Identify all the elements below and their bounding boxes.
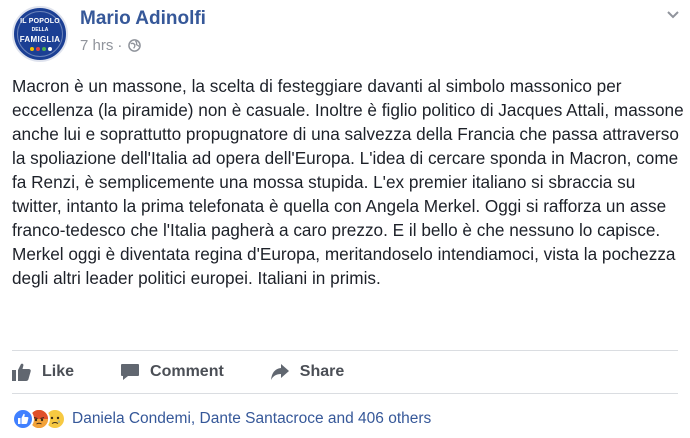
reaction-summary-text[interactable]: Daniela Condemi, Dante Santacroce and 40… xyxy=(72,410,431,428)
chevron-down-icon[interactable] xyxy=(664,6,682,24)
comment-label: Comment xyxy=(150,363,224,380)
like-label: Like xyxy=(42,363,75,380)
avatar-text-line3: FAMIGLIA xyxy=(19,35,61,44)
thumbs-up-icon xyxy=(12,363,31,381)
avatar-text-line1: IL POPOLO xyxy=(20,18,60,25)
share-button[interactable]: Share xyxy=(270,355,344,389)
reaction-icons[interactable] xyxy=(12,408,66,430)
author-name[interactable]: Mario Adinolfi xyxy=(80,8,206,30)
comment-button[interactable]: Comment xyxy=(120,355,224,389)
post-header: IL POPOLO DELLA FAMIGLIA Mario Adinolfi … xyxy=(12,6,682,62)
post-timestamp[interactable]: 7 hrs xyxy=(80,37,113,54)
like-button[interactable]: Like xyxy=(12,355,74,389)
family-logo-icon xyxy=(30,47,52,51)
avatar-text-line2: DELLA xyxy=(31,27,49,33)
post-body-text: Macron è un massone, la scelta di festeg… xyxy=(12,76,684,288)
action-bar: Like Comment Share xyxy=(12,355,678,389)
post-meta: 7 hrs · xyxy=(80,37,142,54)
meta-separator: · xyxy=(117,37,123,54)
divider-top xyxy=(12,350,678,351)
avatar[interactable]: IL POPOLO DELLA FAMIGLIA xyxy=(12,6,68,62)
reactions-summary: Daniela Condemi, Dante Santacroce and 40… xyxy=(12,406,431,432)
share-icon xyxy=(270,364,289,380)
divider-bottom xyxy=(12,393,678,394)
like-reaction-icon xyxy=(12,408,34,430)
comment-icon xyxy=(121,364,140,380)
share-label: Share xyxy=(299,363,345,380)
globe-icon[interactable] xyxy=(128,39,142,52)
